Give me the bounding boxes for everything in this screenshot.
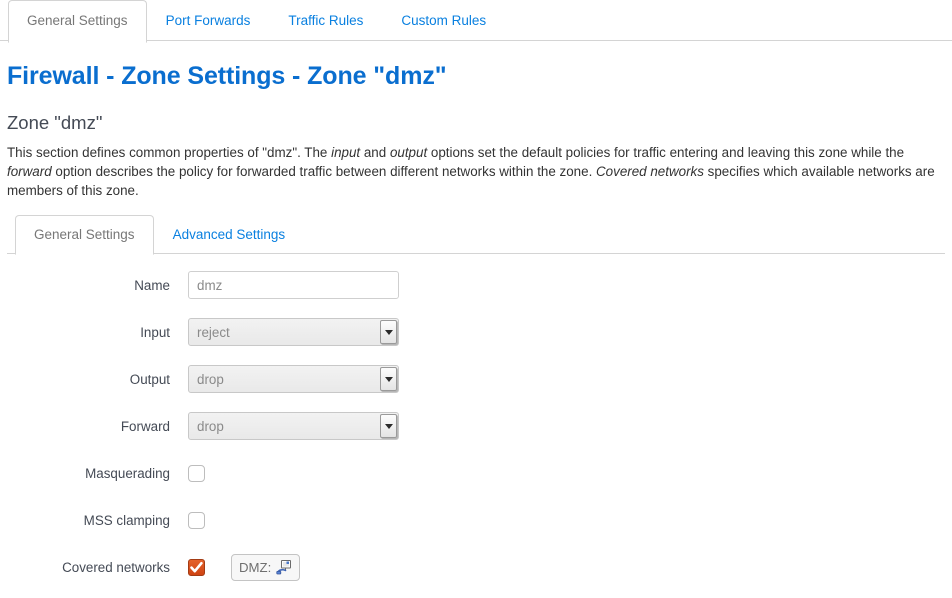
section-title: Zone "dmz" (7, 111, 103, 133)
label-covered-networks: Covered networks (62, 559, 170, 575)
subtab-general-settings[interactable]: General Settings (15, 214, 154, 256)
label-forward: Forward (120, 418, 170, 434)
section-description: This section defines common properties o… (7, 143, 945, 200)
desc-part-2: and (360, 144, 390, 160)
form-row-forward: Forward drop (7, 403, 945, 450)
tab-label: Traffic Rules (288, 13, 364, 28)
covered-networks-checkbox[interactable] (188, 558, 205, 576)
tab-label: General Settings (27, 13, 128, 28)
control-name (188, 271, 945, 300)
label-name: Name (134, 277, 170, 293)
chevron-down-icon[interactable] (380, 367, 397, 392)
form-row-output: Output drop (7, 356, 945, 403)
secondary-tab-bar: General Settings Advanced Settings (7, 214, 945, 256)
network-badge-label: DMZ: (239, 559, 272, 575)
page-title: Firewall - Zone Settings - Zone "dmz" (7, 62, 447, 90)
label-output: Output (129, 371, 170, 387)
label-input: Input (140, 324, 170, 340)
primary-tab-bar: General Settings Port Forwards Traffic R… (0, 0, 952, 43)
control-forward: drop (188, 412, 945, 441)
form-row-input: Input reject (7, 309, 945, 356)
control-mss-clamping (188, 511, 945, 529)
network-badge-dmz[interactable]: DMZ: (231, 553, 301, 581)
control-output: drop (188, 365, 945, 394)
desc-emphasis-output: output (389, 144, 428, 160)
tab-traffic-rules[interactable]: Traffic Rules (269, 0, 382, 43)
zone-settings-form: Name Input reject Output drop (7, 262, 945, 591)
input-policy-value: reject (197, 324, 230, 340)
tab-port-forwards[interactable]: Port Forwards (147, 0, 270, 43)
subtab-advanced-settings[interactable]: Advanced Settings (154, 215, 305, 256)
desc-part-1: This section defines common properties o… (7, 144, 332, 160)
output-policy-value: drop (197, 371, 224, 387)
desc-emphasis-input: input (331, 144, 361, 160)
form-row-mss-clamping: MSS clamping (7, 497, 945, 544)
name-input[interactable] (188, 271, 399, 300)
label-mss-clamping: MSS clamping (83, 512, 170, 528)
subtab-label: General Settings (34, 226, 135, 242)
check-icon (190, 561, 203, 573)
tab-general-settings[interactable]: General Settings (8, 0, 147, 43)
chevron-down-icon[interactable] (380, 414, 397, 439)
subtab-label: Advanced Settings (172, 226, 286, 242)
tab-label: Port Forwards (165, 13, 251, 28)
form-row-masquerading: Masquerading (7, 450, 945, 497)
desc-part-4: option describes the policy for forwarde… (51, 163, 597, 179)
desc-emphasis-covered-networks: Covered networks (596, 163, 704, 179)
tab-custom-rules[interactable]: Custom Rules (382, 0, 505, 43)
control-covered-networks: DMZ: (188, 553, 945, 581)
forward-policy-value: drop (197, 418, 224, 434)
control-masquerading (188, 464, 945, 482)
tab-label: Custom Rules (401, 13, 487, 28)
forward-policy-select[interactable]: drop (188, 412, 399, 441)
ethernet-icon (276, 560, 292, 575)
output-policy-select[interactable]: drop (188, 365, 399, 394)
chevron-down-icon[interactable] (380, 320, 397, 345)
masquerading-checkbox[interactable] (188, 464, 205, 482)
page-content: Firewall - Zone Settings - Zone "dmz" Zo… (0, 62, 952, 591)
input-policy-select[interactable]: reject (188, 318, 399, 347)
label-masquerading: Masquerading (85, 465, 170, 481)
desc-emphasis-forward: forward (7, 163, 52, 179)
form-row-covered-networks: Covered networks DMZ: (7, 544, 945, 591)
control-input: reject (188, 318, 945, 347)
desc-part-3: options set the default policies for tra… (427, 144, 905, 160)
mss-clamping-checkbox[interactable] (188, 511, 205, 529)
form-row-name: Name (7, 262, 945, 309)
